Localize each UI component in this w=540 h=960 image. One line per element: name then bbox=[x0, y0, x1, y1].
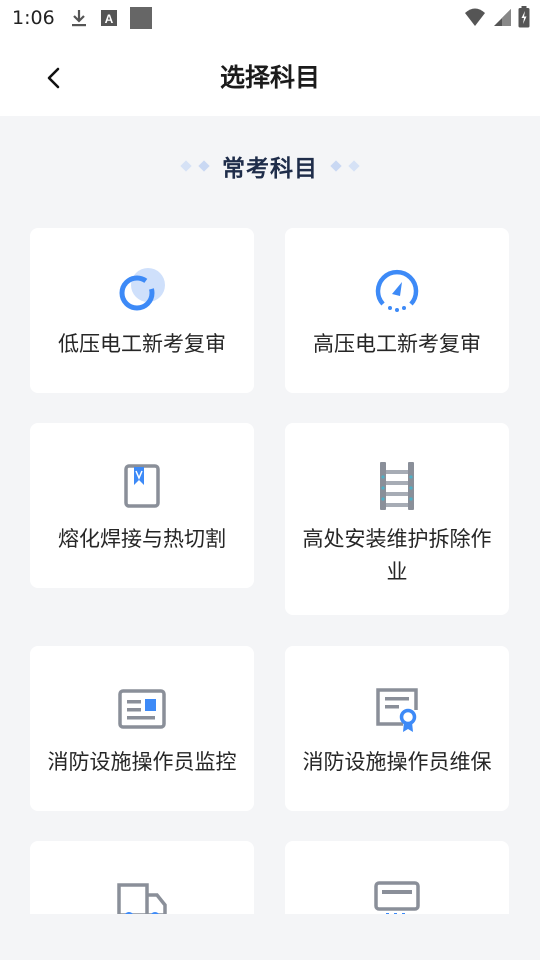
subject-label: 高处安装维护拆除作业 bbox=[302, 527, 492, 584]
status-time: 1:06 bbox=[12, 7, 55, 29]
status-bar: 1:06 A bbox=[0, 0, 540, 36]
ladder-icon bbox=[370, 459, 424, 513]
bookmark-book-icon bbox=[115, 459, 169, 513]
truck-icon bbox=[115, 877, 169, 914]
subject-card-fire-maintain[interactable]: 消防设施操作员维保 bbox=[285, 646, 509, 811]
diamond-decoration bbox=[348, 160, 360, 172]
battery-icon bbox=[518, 6, 530, 32]
subject-grid: 低压电工新考复审 高压电工新考复审 熔化焊接与热切割 高处安装维护拆除作业 消防… bbox=[0, 200, 540, 914]
svg-text:A: A bbox=[105, 12, 114, 26]
subject-card-low-voltage[interactable]: 低压电工新考复审 bbox=[30, 228, 254, 393]
download-icon bbox=[70, 8, 88, 32]
gauge-icon bbox=[370, 264, 424, 318]
diamond-decoration bbox=[198, 160, 210, 172]
decor-diamonds-left bbox=[180, 160, 210, 172]
subject-card-transport[interactable] bbox=[30, 841, 254, 914]
subject-label: 高压电工新考复审 bbox=[313, 332, 481, 356]
decor-diamonds-right bbox=[330, 160, 360, 172]
font-a-icon: A bbox=[100, 9, 118, 31]
circle-bubble-icon bbox=[115, 264, 169, 318]
subject-card-welding[interactable]: 熔化焊接与热切割 bbox=[30, 423, 254, 588]
image-square-icon bbox=[130, 7, 152, 33]
page-title: 选择科目 bbox=[219, 63, 320, 92]
bottom-spacer bbox=[0, 914, 540, 960]
subject-label: 低压电工新考复审 bbox=[58, 332, 226, 356]
signal-icon bbox=[492, 7, 512, 31]
certificate-icon bbox=[370, 682, 424, 736]
section-header: 常考科目 bbox=[0, 148, 540, 184]
subject-card-fire-monitor[interactable]: 消防设施操作员监控 bbox=[30, 646, 254, 811]
status-notification-icons: A bbox=[70, 7, 152, 33]
subject-label: 熔化焊接与热切割 bbox=[58, 527, 226, 551]
subject-card-height-work[interactable]: 高处安装维护拆除作业 bbox=[285, 423, 509, 615]
section-title: 常考科目 bbox=[222, 156, 318, 182]
diamond-decoration bbox=[180, 160, 192, 172]
subject-label: 消防设施操作员维保 bbox=[302, 750, 492, 774]
subject-card-high-voltage[interactable]: 高压电工新考复审 bbox=[285, 228, 509, 393]
wifi-icon bbox=[464, 7, 486, 31]
app-bar: 选择科目 bbox=[0, 36, 540, 116]
machine-icon bbox=[370, 877, 424, 914]
diamond-decoration bbox=[330, 160, 342, 172]
id-card-icon bbox=[115, 682, 169, 736]
subject-label: 消防设施操作员监控 bbox=[47, 750, 237, 774]
status-system-icons bbox=[464, 6, 530, 32]
subject-card-machine[interactable] bbox=[285, 841, 509, 914]
